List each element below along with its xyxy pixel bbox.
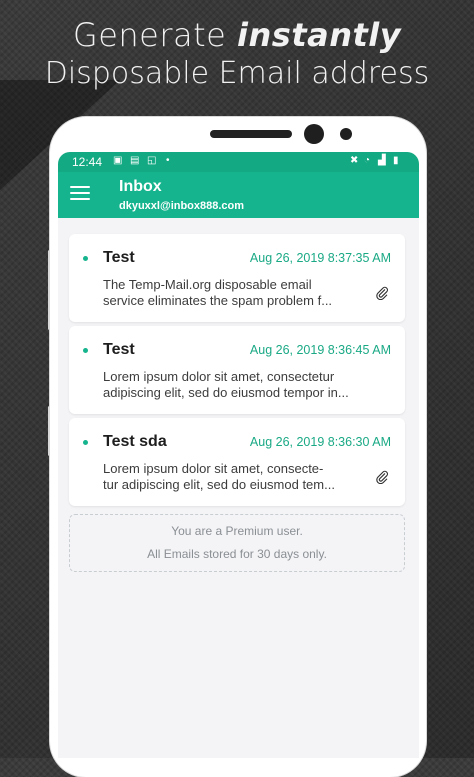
dot-icon: • [166, 155, 170, 166]
email-date: Aug 26, 2019 8:37:35 AM [249, 251, 391, 265]
phone-speaker [210, 130, 292, 138]
attachment-icon [376, 286, 389, 300]
email-list-item[interactable]: Test Aug 26, 2019 8:36:45 AM Lorem ipsum… [69, 326, 405, 414]
phone-sensor [340, 128, 352, 140]
email-date: Aug 26, 2019 8:36:30 AM [249, 435, 391, 449]
unread-dot-icon [83, 256, 88, 261]
status-bar: 12:44 ▣ ▤ ◱ • ✖ ◔ ▟ ▮ [58, 152, 419, 172]
phone-camera [304, 124, 324, 144]
email-sender: Test [103, 341, 135, 358]
attachment-icon [376, 470, 389, 484]
headline-line1: Generate instantly [72, 16, 402, 54]
premium-notice: You are a Premium user. All Emails store… [69, 514, 405, 572]
email-address[interactable]: dkyuxxl@inbox888.com [119, 200, 244, 212]
headline-emphasis: instantly [237, 16, 402, 54]
email-sender: Test [103, 249, 135, 266]
unread-dot-icon [83, 440, 88, 445]
battery-icon: ▮ [393, 155, 399, 166]
premium-retention-text: All Emails stored for 30 days only. [147, 547, 327, 561]
unread-dot-icon [83, 348, 88, 353]
app-screen: 12:44 ▣ ▤ ◱ • ✖ ◔ ▟ ▮ Inbox dkyuxxl@inbo… [58, 152, 419, 758]
calendar-icon: ▤ [130, 155, 140, 166]
email-sender: Test sda [103, 433, 167, 450]
email-preview: Lorem ipsum dolor sit amet, consecte- tu… [103, 461, 335, 492]
sim-icon: ▣ [113, 155, 123, 166]
mute-icon: ✖ [350, 155, 359, 166]
signal-icon: ▟ [378, 155, 386, 166]
hamburger-menu-icon[interactable] [70, 186, 90, 202]
premium-status-text: You are a Premium user. [171, 524, 303, 538]
status-time: 12:44 [72, 155, 103, 169]
email-date: Aug 26, 2019 8:36:45 AM [249, 343, 391, 357]
email-list-item[interactable]: Test Aug 26, 2019 8:37:35 AM The Temp-Ma… [69, 234, 405, 322]
email-preview: The Temp-Mail.org disposable email servi… [103, 277, 333, 308]
email-list-item[interactable]: Test sda Aug 26, 2019 8:36:30 AM Lorem i… [69, 418, 405, 506]
app-bar: Inbox dkyuxxl@inbox888.com [58, 172, 419, 218]
headline-line2: Disposable Email address [44, 56, 430, 91]
email-preview: Lorem ipsum dolor sit amet, consectetur … [103, 369, 349, 400]
wifi-icon: ◔ [364, 155, 371, 166]
gallery-icon: ◱ [147, 155, 157, 166]
page-title: Inbox [119, 178, 162, 195]
